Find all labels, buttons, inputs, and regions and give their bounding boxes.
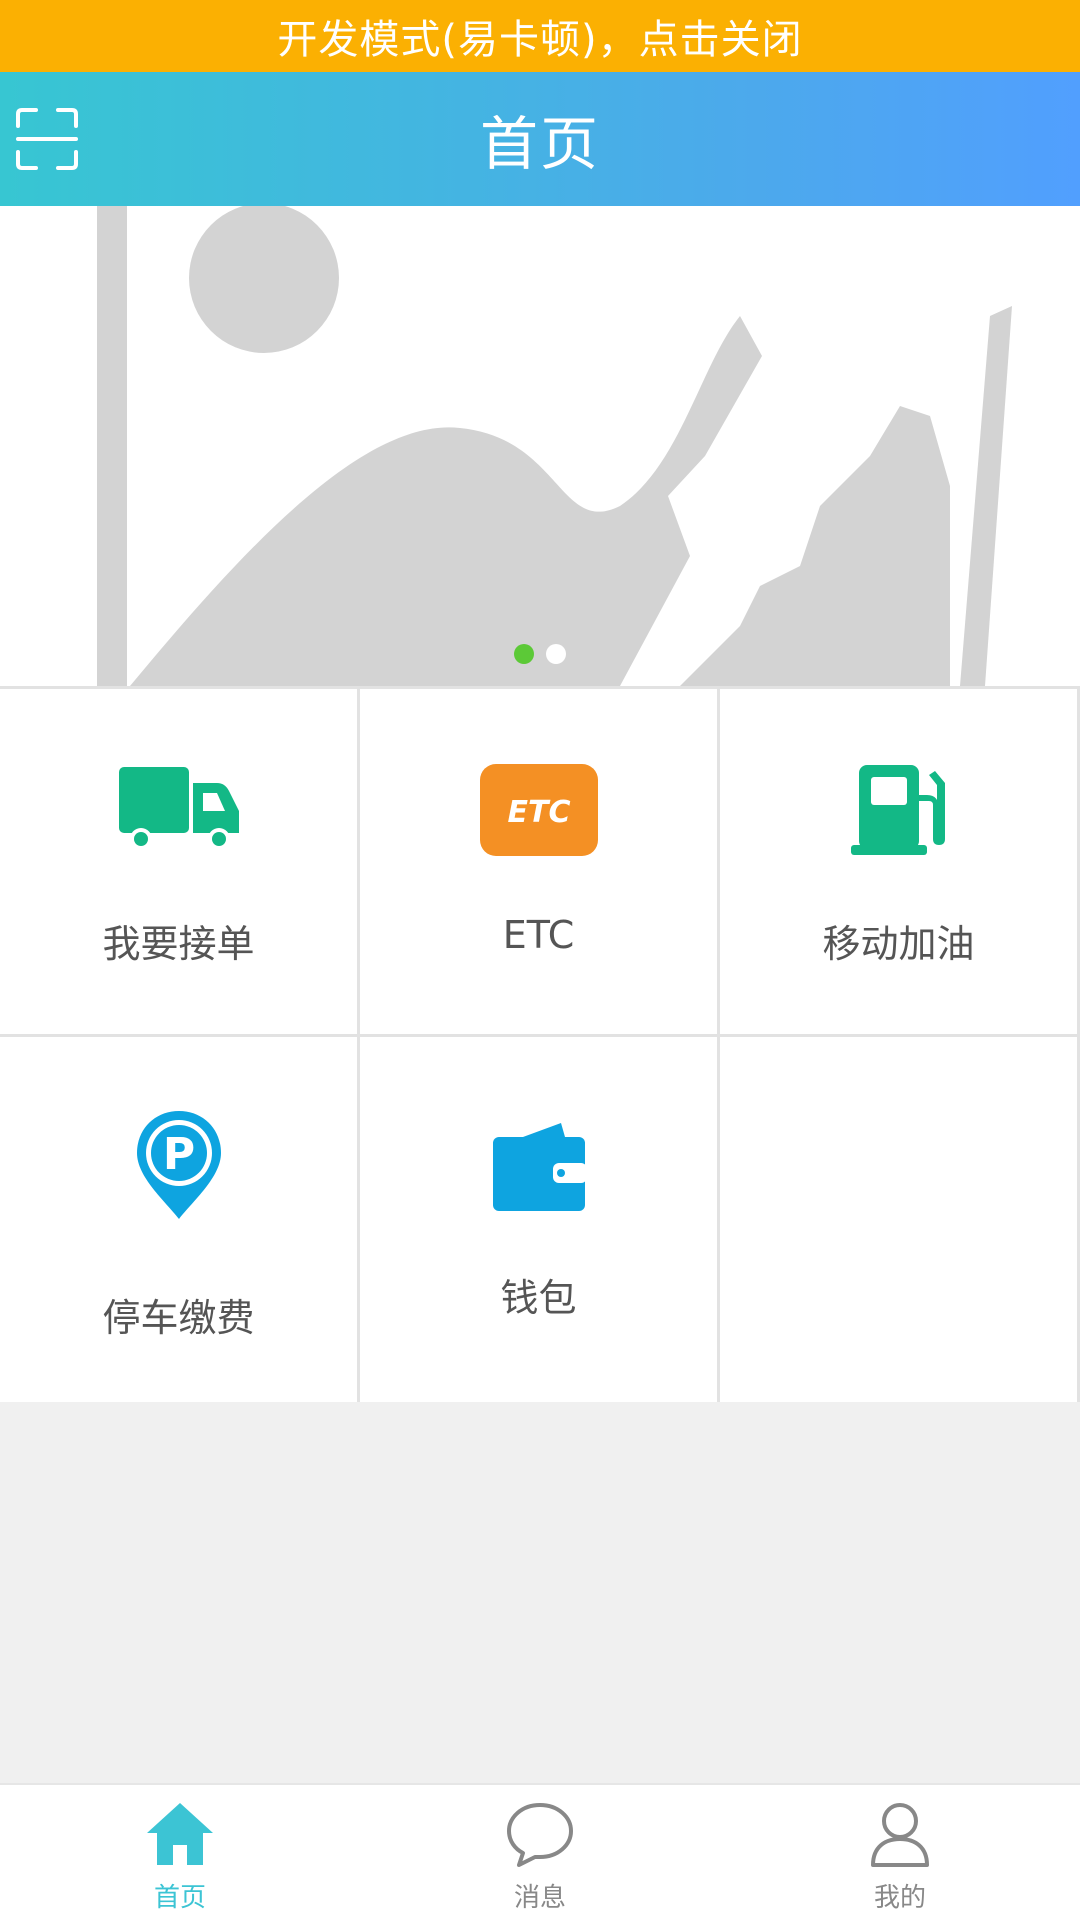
page-title: 首页 <box>479 110 600 178</box>
tab-label: 我的 <box>873 1883 926 1913</box>
service-label: ETC <box>502 913 575 957</box>
tab-label: 消息 <box>513 1883 566 1913</box>
scan-button[interactable] <box>14 106 80 172</box>
tab-profile[interactable]: 我的 <box>720 1785 1080 1920</box>
carousel-dot-1[interactable] <box>514 644 534 664</box>
user-icon <box>871 1803 929 1867</box>
fuel-pump-icon <box>850 765 945 855</box>
svg-text:ETC: ETC <box>507 795 570 830</box>
carousel-dot-2[interactable] <box>546 644 566 664</box>
service-wallet[interactable]: 钱包 <box>360 1037 717 1402</box>
etc-icon: ETC <box>479 764 598 856</box>
scan-icon <box>16 108 78 170</box>
header-bar: 首页 <box>0 72 1080 206</box>
tab-home[interactable]: 首页 <box>0 1785 360 1920</box>
wallet-icon <box>492 1123 587 1211</box>
carousel-indicator <box>0 644 1080 664</box>
truck-icon <box>118 767 239 850</box>
services-grid: 我要接单 ETC ETC 移动加油 P 停车缴费 钱包 <box>0 686 1080 1402</box>
chat-bubble-icon <box>507 1803 573 1867</box>
tab-messages[interactable]: 消息 <box>360 1785 720 1920</box>
dev-mode-banner-text: 开发模式(易卡顿)，点击关闭 <box>277 17 803 63</box>
service-fuel[interactable]: 移动加油 <box>720 689 1077 1034</box>
dev-mode-banner[interactable]: 开发模式(易卡顿)，点击关闭 <box>0 0 1080 72</box>
service-label: 钱包 <box>500 1276 577 1320</box>
carousel-banner[interactable] <box>0 206 1080 686</box>
service-label: 移动加油 <box>822 922 975 966</box>
home-icon <box>147 1803 213 1865</box>
service-label: 停车缴费 <box>102 1296 255 1340</box>
tab-label: 首页 <box>153 1883 206 1913</box>
service-empty-slot <box>720 1037 1077 1402</box>
service-parking[interactable]: P 停车缴费 <box>0 1037 357 1402</box>
service-etc[interactable]: ETC ETC <box>360 689 717 1034</box>
svg-text:P: P <box>162 1129 194 1180</box>
image-placeholder-icon <box>97 206 1012 686</box>
service-accept-order[interactable]: 我要接单 <box>0 689 357 1034</box>
service-label: 我要接单 <box>102 922 255 966</box>
bottom-tab-bar: 首页 消息 我的 <box>0 1783 1080 1920</box>
parking-pin-icon: P <box>136 1111 221 1219</box>
